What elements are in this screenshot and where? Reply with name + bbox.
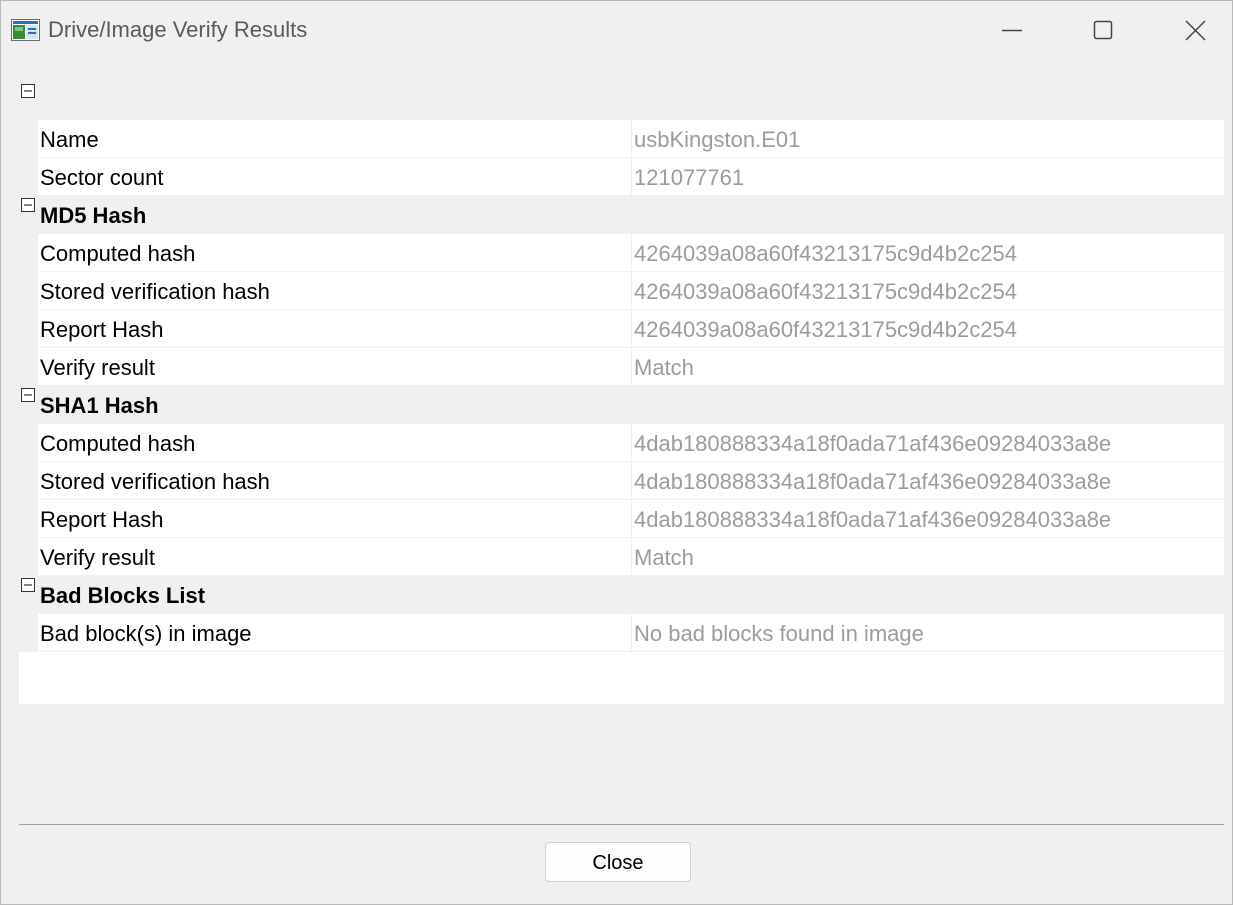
property-label: Computed hash [40, 431, 196, 456]
property-value: 4dab180888334a18f0ada71af436e09284033a8e [634, 431, 1112, 456]
property-value-cell[interactable]: usbKingston.E01 [632, 120, 1224, 158]
group-title: Bad Blocks List [40, 583, 206, 608]
verify-results-window: Drive/Image Verify Results Name usbKings… [0, 0, 1233, 905]
property-label: Name [40, 127, 99, 152]
group-title: SHA1 Hash [40, 393, 159, 418]
property-label: Stored verification hash [40, 469, 270, 494]
property-row[interactable]: Verify result Match [19, 348, 1224, 386]
collapse-toggle-icon[interactable] [21, 578, 35, 592]
property-value: 4264039a08a60f43213175c9d4b2c254 [634, 317, 1017, 342]
property-label: Sector count [40, 165, 164, 190]
property-name-cell[interactable]: Computed hash [38, 424, 632, 462]
property-name-cell[interactable]: Name [38, 120, 632, 158]
property-label: Verify result [40, 355, 155, 380]
property-label: Verify result [40, 545, 155, 570]
group-title: MD5 Hash [40, 203, 147, 228]
property-name-cell[interactable]: Computed hash [38, 234, 632, 272]
drive-image-app-icon [11, 19, 40, 41]
property-value: 4dab180888334a18f0ada71af436e09284033a8e [634, 469, 1112, 494]
property-name-cell[interactable]: Bad block(s) in image [38, 614, 632, 652]
row-gutter [19, 614, 38, 652]
property-name-cell[interactable]: Sector count [38, 158, 632, 196]
group-header-bad-blocks[interactable]: Bad Blocks List [19, 576, 1224, 614]
property-value-cell[interactable]: 4dab180888334a18f0ada71af436e09284033a8e [632, 462, 1224, 500]
property-value-cell[interactable]: Match [632, 538, 1224, 576]
property-value-cell[interactable]: 121077761 [632, 158, 1224, 196]
property-value: 4264039a08a60f43213175c9d4b2c254 [634, 241, 1017, 266]
row-gutter [19, 310, 38, 348]
property-label: Computed hash [40, 241, 196, 266]
property-row[interactable]: Report Hash 4264039a08a60f43213175c9d4b2… [19, 310, 1224, 348]
row-gutter [19, 500, 38, 538]
property-value: No bad blocks found in image [634, 621, 924, 646]
property-name-cell[interactable]: Report Hash [38, 500, 632, 538]
group-header-md5[interactable]: MD5 Hash [19, 196, 1224, 234]
title-bar[interactable]: Drive/Image Verify Results [1, 1, 1232, 61]
row-gutter [19, 424, 38, 462]
property-value-cell[interactable]: 4264039a08a60f43213175c9d4b2c254 [632, 272, 1224, 310]
property-row[interactable]: Report Hash 4dab180888334a18f0ada71af436… [19, 500, 1224, 538]
collapse-toggle-icon[interactable] [21, 84, 35, 98]
collapse-toggle-icon[interactable] [21, 388, 35, 402]
property-value: 121077761 [634, 165, 745, 190]
property-label: Report Hash [40, 507, 164, 532]
property-value-cell[interactable]: 4dab180888334a18f0ada71af436e09284033a8e [632, 424, 1224, 462]
footer-divider [19, 824, 1224, 825]
row-gutter [19, 272, 38, 310]
property-value: 4264039a08a60f43213175c9d4b2c254 [634, 279, 1017, 304]
property-grid[interactable]: Name usbKingston.E01 Sector count 121077… [19, 82, 1224, 704]
property-row[interactable]: Name usbKingston.E01 [19, 120, 1224, 158]
property-name-cell[interactable]: Verify result [38, 348, 632, 386]
property-value-cell[interactable]: 4264039a08a60f43213175c9d4b2c254 [632, 234, 1224, 272]
property-label: Bad block(s) in image [40, 621, 252, 646]
property-value: Match [634, 545, 694, 570]
property-value-cell[interactable]: 4dab180888334a18f0ada71af436e09284033a8e [632, 500, 1224, 538]
property-row[interactable]: Verify result Match [19, 538, 1224, 576]
row-gutter [19, 158, 38, 196]
row-gutter [19, 234, 38, 272]
property-value: usbKingston.E01 [634, 127, 801, 152]
property-label: Stored verification hash [40, 279, 270, 304]
row-gutter [19, 348, 38, 386]
maximize-icon[interactable] [1080, 11, 1126, 51]
property-name-cell[interactable]: Verify result [38, 538, 632, 576]
property-value: 4dab180888334a18f0ada71af436e09284033a8e [634, 507, 1112, 532]
close-icon[interactable] [1172, 11, 1218, 51]
property-row[interactable]: Computed hash 4dab180888334a18f0ada71af4… [19, 424, 1224, 462]
property-value-cell[interactable]: 4264039a08a60f43213175c9d4b2c254 [632, 310, 1224, 348]
group-header-sha1[interactable]: SHA1 Hash [19, 386, 1224, 424]
group-header-general[interactable] [19, 82, 1224, 120]
property-value-cell[interactable]: Match [632, 348, 1224, 386]
property-row[interactable]: Bad block(s) in image No bad blocks foun… [19, 614, 1224, 652]
row-gutter [19, 538, 38, 576]
property-name-cell[interactable]: Stored verification hash [38, 462, 632, 500]
property-value-cell[interactable]: No bad blocks found in image [632, 614, 1224, 652]
property-name-cell[interactable]: Stored verification hash [38, 272, 632, 310]
collapse-toggle-icon[interactable] [21, 198, 35, 212]
property-name-cell[interactable]: Report Hash [38, 310, 632, 348]
property-row[interactable]: Stored verification hash 4264039a08a60f4… [19, 272, 1224, 310]
property-row[interactable]: Computed hash 4264039a08a60f43213175c9d4… [19, 234, 1224, 272]
property-row[interactable]: Stored verification hash 4dab180888334a1… [19, 462, 1224, 500]
minimize-icon[interactable] [989, 11, 1035, 51]
property-row[interactable]: Sector count 121077761 [19, 158, 1224, 196]
window-title: Drive/Image Verify Results [48, 17, 308, 42]
row-gutter [19, 120, 38, 158]
row-gutter [19, 462, 38, 500]
property-label: Report Hash [40, 317, 164, 342]
close-button[interactable]: Close [545, 842, 691, 882]
property-value: Match [634, 355, 694, 380]
